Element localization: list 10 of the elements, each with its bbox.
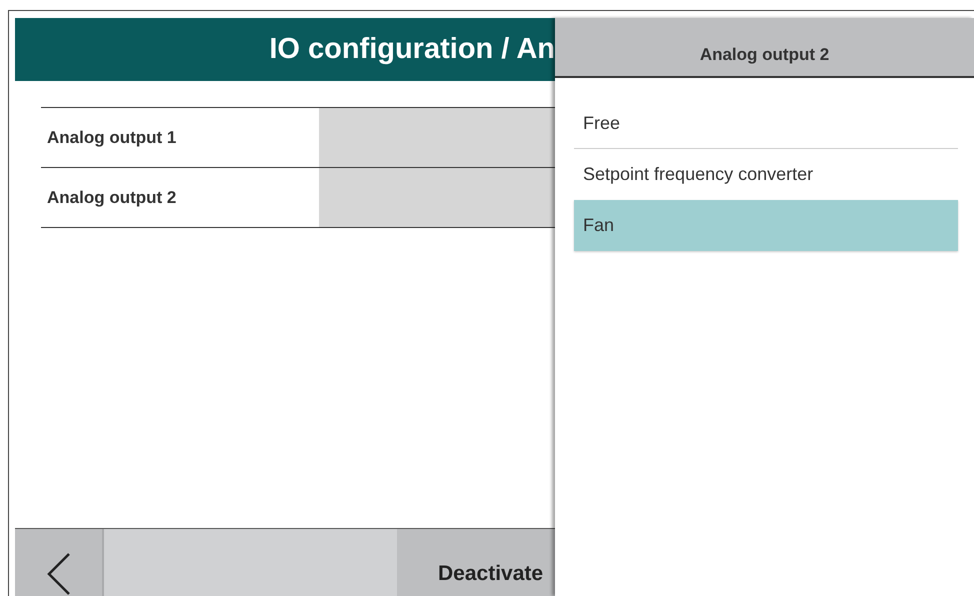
option-item[interactable]: Fan xyxy=(574,200,958,251)
panel-title: Analog output 2 xyxy=(555,18,974,78)
value-field[interactable] xyxy=(319,108,555,167)
value-field[interactable] xyxy=(319,168,555,227)
chevron-left-icon xyxy=(46,552,72,596)
screen-title: IO configuration / An xyxy=(269,32,555,67)
back-button[interactable] xyxy=(15,529,104,596)
row-label: Analog output 2 xyxy=(46,186,178,209)
row-label: Analog output 1 xyxy=(46,126,178,149)
deactivate-button[interactable]: Deactivate xyxy=(397,529,555,596)
